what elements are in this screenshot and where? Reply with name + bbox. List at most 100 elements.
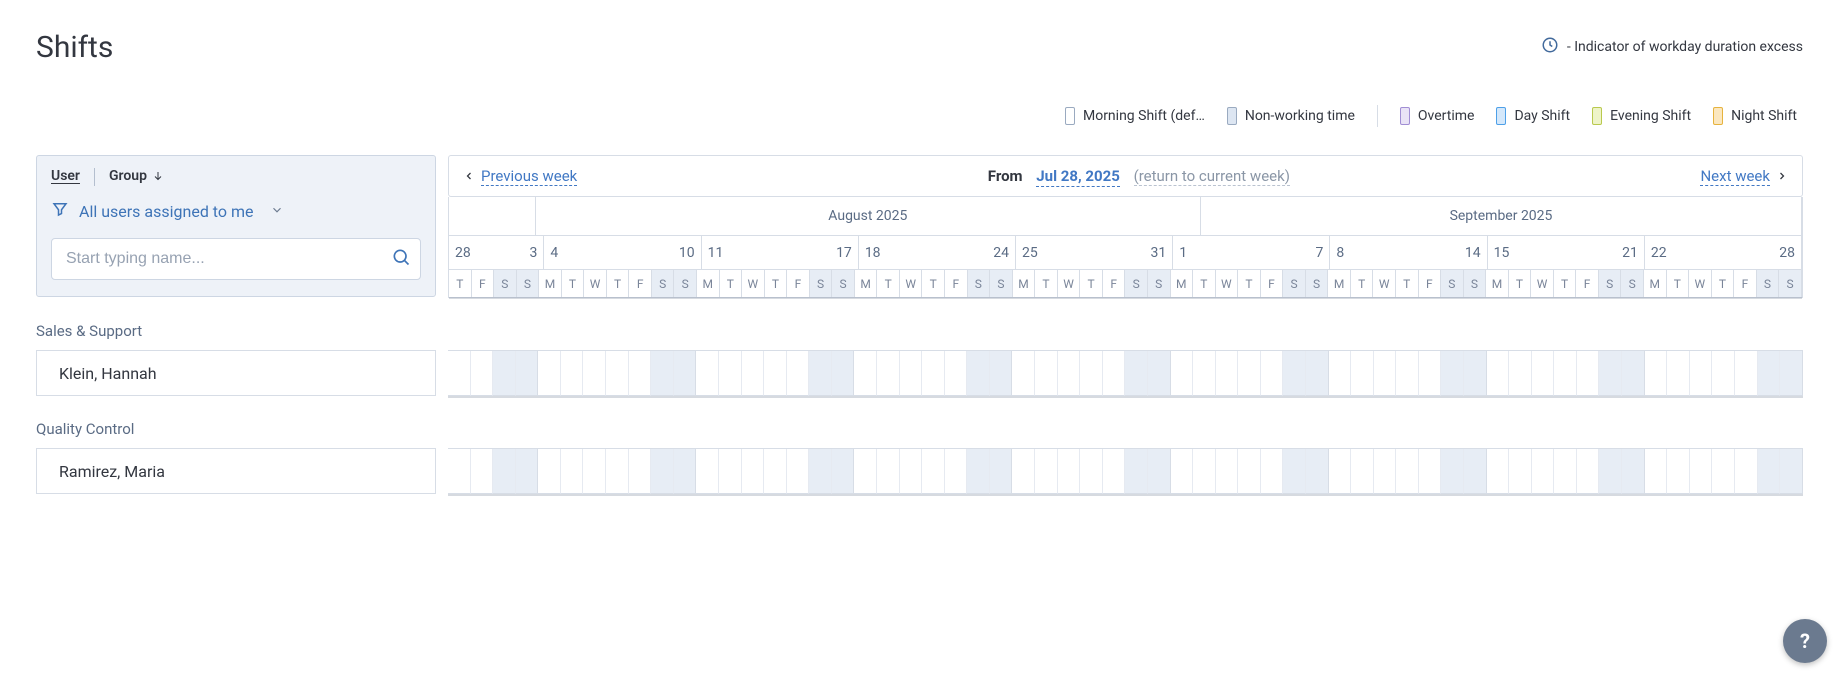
day-cell[interactable] — [967, 449, 990, 494]
day-cell[interactable] — [900, 449, 923, 494]
day-cell[interactable] — [1735, 449, 1758, 494]
day-cell[interactable] — [448, 449, 471, 494]
day-cell[interactable] — [832, 351, 855, 396]
day-cell[interactable] — [1283, 351, 1306, 396]
day-cell[interactable] — [1306, 351, 1329, 396]
person-name[interactable]: Klein, Hannah — [36, 350, 436, 396]
search-input[interactable] — [51, 238, 421, 280]
day-cell[interactable] — [1216, 449, 1239, 494]
return-current-week-link[interactable]: (return to current week) — [1134, 167, 1290, 186]
day-cell[interactable] — [1148, 449, 1171, 494]
day-cell[interactable] — [1012, 351, 1035, 396]
chevron-left-icon[interactable] — [463, 170, 475, 182]
day-cell[interactable] — [900, 351, 923, 396]
person-name[interactable]: Ramirez, Maria — [36, 448, 436, 494]
day-cell[interactable] — [1532, 449, 1555, 494]
day-cell[interactable] — [1238, 449, 1261, 494]
chevron-right-icon[interactable] — [1776, 170, 1788, 182]
day-cell[interactable] — [1058, 449, 1081, 494]
day-cell[interactable] — [1035, 351, 1058, 396]
from-date[interactable]: Jul 28, 2025 — [1036, 167, 1120, 187]
next-week-link[interactable]: Next week — [1700, 167, 1770, 186]
day-cell[interactable] — [1103, 449, 1126, 494]
tab-group[interactable]: Group — [109, 168, 164, 186]
day-cell[interactable] — [877, 449, 900, 494]
day-cell[interactable] — [674, 351, 697, 396]
day-cell[interactable] — [606, 351, 629, 396]
day-cell[interactable] — [1667, 449, 1690, 494]
day-cell[interactable] — [1080, 351, 1103, 396]
day-cell[interactable] — [493, 351, 516, 396]
day-cell[interactable] — [1667, 351, 1690, 396]
day-cell[interactable] — [1374, 351, 1397, 396]
day-cell[interactable] — [990, 449, 1013, 494]
day-cell[interactable] — [832, 449, 855, 494]
day-cell[interactable] — [629, 351, 652, 396]
day-cell[interactable] — [967, 351, 990, 396]
day-cell[interactable] — [1622, 351, 1645, 396]
day-cell[interactable] — [561, 449, 584, 494]
day-cell[interactable] — [1193, 449, 1216, 494]
day-cell[interactable] — [674, 449, 697, 494]
day-cell[interactable] — [1690, 449, 1713, 494]
day-cell[interactable] — [764, 449, 787, 494]
day-cell[interactable] — [1509, 351, 1532, 396]
day-cell[interactable] — [538, 449, 561, 494]
day-cell[interactable] — [1645, 351, 1668, 396]
day-cell[interactable] — [471, 351, 494, 396]
help-button[interactable]: ? — [1783, 619, 1827, 663]
day-cell[interactable] — [742, 351, 765, 396]
day-cell[interactable] — [629, 449, 652, 494]
day-cell[interactable] — [516, 449, 539, 494]
day-cell[interactable] — [1780, 449, 1803, 494]
day-cell[interactable] — [1712, 351, 1735, 396]
day-cell[interactable] — [1622, 449, 1645, 494]
day-cell[interactable] — [1103, 351, 1126, 396]
day-cell[interactable] — [1125, 449, 1148, 494]
day-cell[interactable] — [1554, 351, 1577, 396]
day-cell[interactable] — [1351, 351, 1374, 396]
search-icon[interactable] — [391, 247, 411, 271]
day-cell[interactable] — [1012, 449, 1035, 494]
day-cell[interactable] — [538, 351, 561, 396]
user-filter-dropdown[interactable]: All users assigned to me — [51, 200, 421, 222]
day-cell[interactable] — [1171, 351, 1194, 396]
day-cell[interactable] — [448, 351, 471, 396]
day-cell[interactable] — [1577, 449, 1600, 494]
day-cell[interactable] — [1261, 449, 1284, 494]
day-cell[interactable] — [809, 351, 832, 396]
shift-track[interactable] — [448, 448, 1803, 494]
day-cell[interactable] — [1487, 351, 1510, 396]
day-cell[interactable] — [1577, 351, 1600, 396]
day-cell[interactable] — [1283, 449, 1306, 494]
day-cell[interactable] — [1487, 449, 1510, 494]
day-cell[interactable] — [1193, 351, 1216, 396]
day-cell[interactable] — [606, 449, 629, 494]
day-cell[interactable] — [696, 449, 719, 494]
day-cell[interactable] — [1735, 351, 1758, 396]
day-cell[interactable] — [945, 449, 968, 494]
tab-user[interactable]: User — [51, 168, 80, 186]
day-cell[interactable] — [1441, 449, 1464, 494]
day-cell[interactable] — [945, 351, 968, 396]
day-cell[interactable] — [1554, 449, 1577, 494]
day-cell[interactable] — [583, 351, 606, 396]
day-cell[interactable] — [719, 351, 742, 396]
day-cell[interactable] — [854, 351, 877, 396]
day-cell[interactable] — [1306, 449, 1329, 494]
day-cell[interactable] — [1758, 351, 1781, 396]
day-cell[interactable] — [1464, 449, 1487, 494]
day-cell[interactable] — [1396, 449, 1419, 494]
day-cell[interactable] — [854, 449, 877, 494]
day-cell[interactable] — [1645, 449, 1668, 494]
day-cell[interactable] — [1396, 351, 1419, 396]
day-cell[interactable] — [877, 351, 900, 396]
day-cell[interactable] — [1690, 351, 1713, 396]
day-cell[interactable] — [990, 351, 1013, 396]
day-cell[interactable] — [493, 449, 516, 494]
day-cell[interactable] — [561, 351, 584, 396]
day-cell[interactable] — [1125, 351, 1148, 396]
day-cell[interactable] — [1599, 449, 1622, 494]
day-cell[interactable] — [651, 351, 674, 396]
day-cell[interactable] — [1758, 449, 1781, 494]
